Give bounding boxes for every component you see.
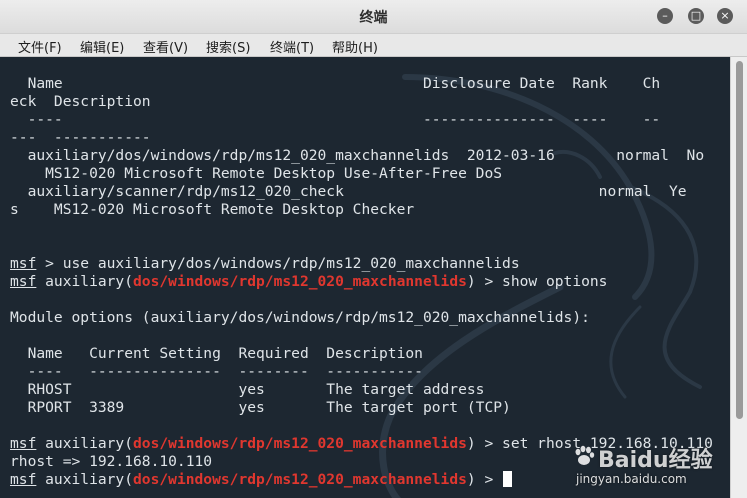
terminal-line: MS12-020 Microsoft Remote Desktop Use-Af…	[10, 165, 503, 182]
menu-search[interactable]: 搜索(S)	[206, 37, 250, 56]
prompt-prefix: auxiliary(	[36, 435, 134, 452]
minimize-icon[interactable]: –	[657, 8, 673, 24]
terminal-window: 终端 – □ × 文件(F) 编辑(E) 查看(V) 搜索(S) 终端(T) 帮…	[0, 0, 747, 498]
module-name: dos/windows/rdp/ms12_020_maxchannelids	[133, 273, 467, 290]
terminal-line: --- -----------	[10, 129, 151, 146]
watermark: Baidu经验 jingyan.baidu.com	[568, 440, 730, 492]
watermark-text: Baidu经验	[598, 448, 713, 473]
command-text: ) >	[466, 471, 503, 488]
terminal-line: RPORT 3389 yes The target port (TCP)	[10, 399, 511, 416]
command-text: > use auxiliary/dos/windows/rdp/ms12_020…	[36, 255, 520, 272]
title-bar[interactable]: 终端 – □ ×	[0, 0, 747, 34]
prompt-msf: msf	[10, 255, 37, 272]
terminal-line: Name Disclosure Date Rank Ch	[10, 75, 661, 92]
menu-edit[interactable]: 编辑(E)	[80, 37, 124, 56]
cursor[interactable]	[503, 471, 513, 487]
terminal-line: ---- --------------- ---- --	[10, 111, 661, 128]
terminal-line: auxiliary/dos/windows/rdp/ms12_020_maxch…	[10, 147, 705, 164]
prompt-prefix: auxiliary(	[36, 273, 134, 290]
menu-file[interactable]: 文件(F)	[18, 37, 62, 56]
module-name: dos/windows/rdp/ms12_020_maxchannelids	[133, 471, 467, 488]
terminal-lines: Name Disclosure Date Rank Ch eck Descript…	[10, 75, 713, 489]
terminal-line: eck Description	[10, 93, 151, 110]
menu-terminal[interactable]: 终端(T)	[270, 37, 314, 56]
terminal-line: msf auxiliary(dos/windows/rdp/ms12_020_m…	[10, 273, 713, 291]
prompt-msf: msf	[10, 435, 37, 452]
terminal-line: Name Current Setting Required Descriptio…	[10, 345, 423, 362]
command-text: ) > show options	[466, 273, 608, 290]
menu-bar: 文件(F) 编辑(E) 查看(V) 搜索(S) 终端(T) 帮助(H)	[0, 34, 747, 57]
terminal-line: Module options (auxiliary/dos/windows/rd…	[10, 309, 590, 326]
terminal-line: s MS12-020 Microsoft Remote Desktop Chec…	[10, 201, 415, 218]
watermark-url: jingyan.baidu.com	[576, 472, 687, 486]
terminal-line: RHOST yes The target address	[10, 381, 485, 398]
close-icon[interactable]: ×	[717, 8, 733, 24]
prompt-prefix: auxiliary(	[36, 471, 134, 488]
paw-icon	[575, 445, 595, 465]
scrollbar[interactable]	[730, 57, 747, 498]
prompt-msf: msf	[10, 273, 37, 290]
maximize-icon[interactable]: □	[688, 8, 704, 24]
terminal-output[interactable]: Name Disclosure Date Rank Ch eck Descript…	[0, 57, 730, 498]
scrollbar-thumb[interactable]	[736, 61, 743, 419]
terminal-line: msf > use auxiliary/dos/windows/rdp/ms12…	[10, 255, 713, 273]
terminal-line: ---- --------------- -------- ----------…	[10, 363, 423, 380]
prompt-msf: msf	[10, 471, 37, 488]
window-title: 终端	[359, 10, 388, 26]
menu-help[interactable]: 帮助(H)	[332, 37, 378, 56]
module-name: dos/windows/rdp/ms12_020_maxchannelids	[133, 435, 467, 452]
menu-view[interactable]: 查看(V)	[143, 37, 188, 56]
terminal-line: auxiliary/scanner/rdp/ms12_020_check nor…	[10, 183, 687, 200]
